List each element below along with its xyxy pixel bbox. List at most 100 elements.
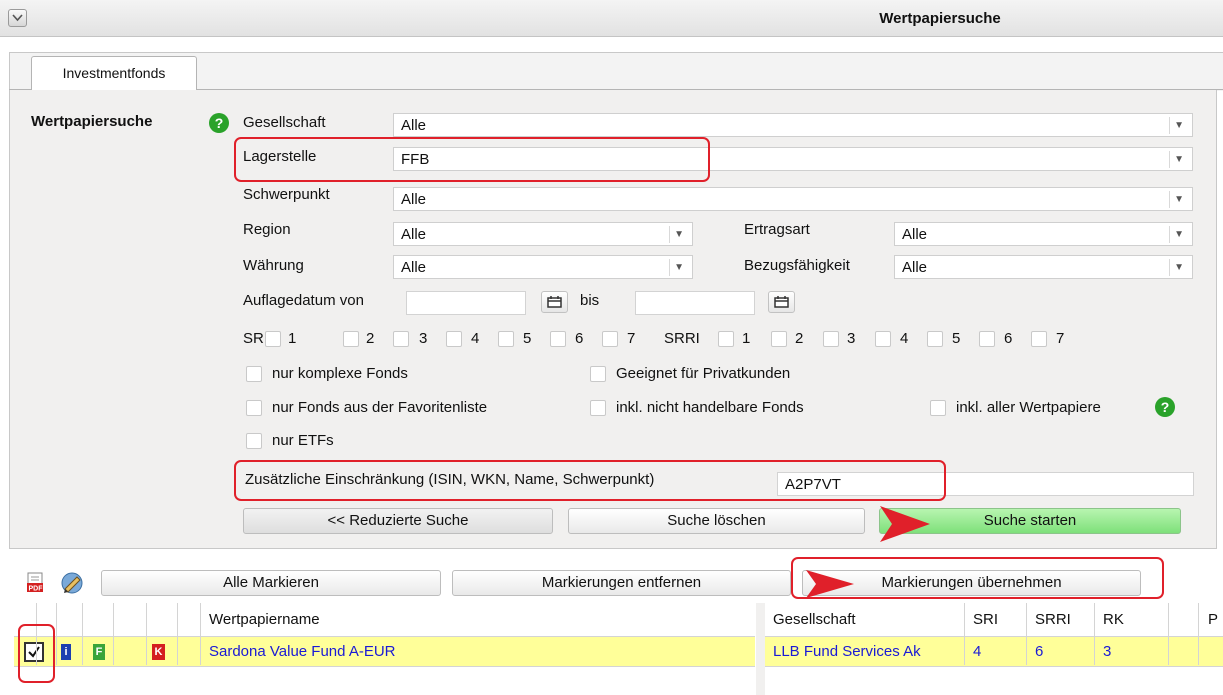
svg-text:PDF: PDF	[29, 586, 44, 593]
column-divider	[200, 603, 201, 665]
sri-option-2: 2	[366, 330, 375, 347]
column-divider	[113, 603, 114, 665]
column-header-gesellschaft[interactable]: Gesellschaft	[773, 603, 856, 636]
sri-checkbox-3[interactable]	[393, 331, 409, 347]
tab-investmentfonds[interactable]: Investmentfonds	[31, 56, 197, 90]
dropdown-arrow-icon: ▼	[1174, 120, 1184, 131]
ertragsart-value: Alle	[902, 226, 928, 243]
column-header-wertpapiername[interactable]: Wertpapiername	[209, 603, 320, 636]
sri-checkbox-5[interactable]	[498, 331, 514, 347]
callout-checkbox	[18, 624, 55, 683]
srri-checkbox-3[interactable]	[823, 331, 839, 347]
komplexe-label: nur komplexe Fonds	[272, 365, 408, 382]
calendar-to-button[interactable]	[768, 291, 795, 313]
calendar-icon	[774, 296, 789, 308]
nicht-handelbar-checkbox[interactable]	[590, 400, 606, 416]
column-divider	[177, 603, 178, 665]
sri-option-6: 6	[575, 330, 584, 347]
clear-search-button[interactable]: Suche löschen	[568, 508, 865, 534]
info-icon[interactable]: i	[61, 644, 71, 660]
column-divider	[146, 603, 147, 665]
sri-checkbox-1[interactable]	[265, 331, 281, 347]
mark-all-button[interactable]: Alle Markieren	[101, 570, 441, 596]
window-title: Wertpapiersuche	[879, 10, 1001, 27]
etfs-checkbox[interactable]	[246, 433, 262, 449]
bezugsfaehigkeit-value: Alle	[902, 259, 928, 276]
window-menu-button[interactable]	[8, 9, 27, 27]
section-title: Wertpapiersuche	[31, 113, 153, 130]
region-label: Region	[243, 221, 291, 238]
schwerpunkt-select[interactable]: Alle ▼	[393, 187, 1193, 211]
factsheet-icon[interactable]: F	[93, 644, 105, 660]
privatkunden-checkbox[interactable]	[590, 366, 606, 382]
srri-checkbox-5[interactable]	[927, 331, 943, 347]
etfs-label: nur ETFs	[272, 432, 334, 449]
sri-option-7: 7	[627, 330, 636, 347]
reduced-search-button[interactable]: << Reduzierte Suche	[243, 508, 553, 534]
table-row[interactable]: i F K Sardona Value Fund A-EUR	[14, 637, 755, 667]
gesellschaft-select[interactable]: Alle ▼	[393, 113, 1193, 137]
auflagedatum-to-input[interactable]	[635, 291, 755, 315]
help-icon[interactable]: ?	[1155, 397, 1175, 417]
srri-option-4: 4	[900, 330, 909, 347]
srri-checkbox-2[interactable]	[771, 331, 787, 347]
waehrung-value: Alle	[401, 259, 427, 276]
help-icon[interactable]: ?	[209, 113, 229, 133]
callout-restriction	[234, 460, 946, 501]
auflagedatum-label: Auflagedatum von	[243, 292, 364, 309]
kid-document-icon[interactable]: K	[152, 644, 165, 660]
splitter[interactable]	[756, 603, 765, 695]
sri-checkbox-4[interactable]	[446, 331, 462, 347]
column-divider	[964, 603, 965, 665]
dropdown-arrow-icon: ▼	[1174, 194, 1184, 205]
srri-checkbox-6[interactable]	[979, 331, 995, 347]
srri-option-3: 3	[847, 330, 856, 347]
region-value: Alle	[401, 226, 427, 243]
rk-cell[interactable]: 3	[1103, 637, 1111, 666]
arrow-pointer-icon	[880, 506, 930, 542]
unmark-button[interactable]: Markierungen entfernen	[452, 570, 791, 596]
column-divider	[82, 603, 83, 665]
results-grid-left: Wertpapiername i F K Sardona Value Fund …	[14, 603, 755, 695]
ertragsart-label: Ertragsart	[744, 221, 810, 238]
sri-option-4: 4	[471, 330, 480, 347]
table-row[interactable]: LLB Fund Services Ak 4 6 3	[765, 637, 1223, 667]
edit-tool-icon[interactable]	[60, 571, 86, 595]
srri-checkbox-1[interactable]	[718, 331, 734, 347]
waehrung-select[interactable]: Alle ▼	[393, 255, 693, 279]
auflagedatum-from-input[interactable]	[406, 291, 526, 315]
dropdown-arrow-icon: ▼	[1174, 154, 1184, 165]
waehrung-label: Währung	[243, 257, 304, 274]
column-header-sri[interactable]: SRI	[973, 603, 998, 636]
pdf-export-icon[interactable]: PDF	[26, 572, 46, 594]
column-divider	[56, 603, 57, 665]
srri-cell[interactable]: 6	[1035, 637, 1043, 666]
column-header-rk[interactable]: RK	[1103, 603, 1124, 636]
schwerpunkt-label: Schwerpunkt	[243, 186, 330, 203]
alle-wertpapiere-checkbox[interactable]	[930, 400, 946, 416]
srri-option-5: 5	[952, 330, 961, 347]
column-divider	[1168, 603, 1169, 665]
calendar-from-button[interactable]	[541, 291, 568, 313]
column-header-srri[interactable]: SRRI	[1035, 603, 1071, 636]
srri-checkbox-7[interactable]	[1031, 331, 1047, 347]
favoriten-checkbox[interactable]	[246, 400, 262, 416]
chevron-down-icon	[12, 14, 23, 22]
sri-cell[interactable]: 4	[973, 637, 981, 666]
wertpapiername-cell[interactable]: Sardona Value Fund A-EUR	[209, 637, 396, 666]
auflagedatum-bis-label: bis	[580, 292, 600, 309]
ertragsart-select[interactable]: Alle ▼	[894, 222, 1193, 246]
region-select[interactable]: Alle ▼	[393, 222, 693, 246]
favoriten-label: nur Fonds aus der Favoritenliste	[272, 399, 488, 416]
sri-checkbox-7[interactable]	[602, 331, 618, 347]
bezugsfaehigkeit-select[interactable]: Alle ▼	[894, 255, 1193, 279]
column-header-p[interactable]: P	[1208, 603, 1218, 636]
dropdown-arrow-icon: ▼	[674, 229, 684, 240]
dropdown-arrow-icon: ▼	[674, 262, 684, 273]
sri-checkbox-2[interactable]	[343, 331, 359, 347]
srri-checkbox-4[interactable]	[875, 331, 891, 347]
sri-checkbox-6[interactable]	[550, 331, 566, 347]
komplexe-checkbox[interactable]	[246, 366, 262, 382]
srri-option-6: 6	[1004, 330, 1013, 347]
gesellschaft-cell[interactable]: LLB Fund Services Ak	[773, 637, 921, 666]
